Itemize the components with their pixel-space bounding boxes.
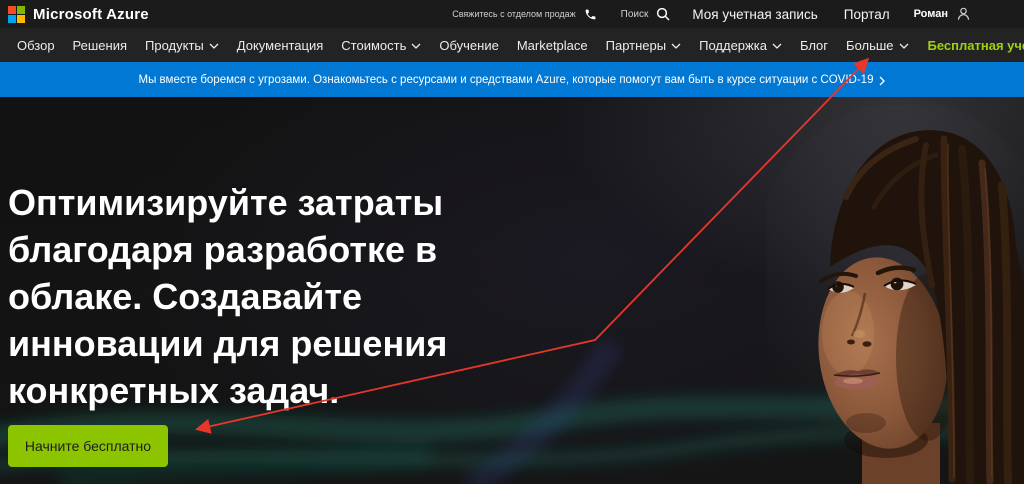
nav-label: Продукты <box>145 38 204 53</box>
nav-item-more[interactable]: Больше <box>846 38 909 53</box>
microsoft-logo-icon <box>8 6 25 23</box>
woman-portrait-photo <box>766 105 1024 484</box>
chevron-down-icon <box>209 43 219 49</box>
top-bar: Microsoft Azure Свяжитесь с отделом прод… <box>0 0 1024 28</box>
nav-label: Больше <box>846 38 894 53</box>
chevron-down-icon <box>899 43 909 49</box>
hero-heading: Оптимизируйте затраты благодаря разработ… <box>8 179 528 414</box>
nav-label: Поддержка <box>699 38 767 53</box>
chevron-down-icon <box>671 43 681 49</box>
portal-link[interactable]: Портал <box>844 7 890 22</box>
free-account-label: Бесплатная учетная запись <box>928 38 1024 53</box>
search-control[interactable]: Поиск <box>621 7 671 21</box>
person-icon <box>957 7 970 21</box>
nav-item-blog[interactable]: Блог <box>800 38 828 53</box>
contact-sales-link[interactable]: Свяжитесь с отделом продаж <box>452 8 596 21</box>
phone-icon <box>584 8 597 21</box>
hero-section: Оптимизируйте затраты благодаря разработ… <box>0 97 1024 484</box>
nav-item-overview[interactable]: Обзор <box>17 38 55 53</box>
nav-label: Документация <box>237 38 324 53</box>
start-free-button[interactable]: Начните бесплатно <box>8 425 168 467</box>
search-icon <box>656 7 670 21</box>
nav-label: Обзор <box>17 38 55 53</box>
free-account-link[interactable]: Бесплатная учетная запись <box>928 38 1024 53</box>
username-label: Роман <box>914 8 948 20</box>
nav-item-partners[interactable]: Партнеры <box>606 38 681 53</box>
main-nav: Обзор Решения Продукты Документация Стои… <box>0 28 1024 62</box>
nav-label: Блог <box>800 38 828 53</box>
chevron-right-icon <box>879 76 885 86</box>
nav-label: Обучение <box>439 38 498 53</box>
nav-item-documentation[interactable]: Документация <box>237 38 324 53</box>
nav-item-support[interactable]: Поддержка <box>699 38 782 53</box>
contact-sales-label: Свяжитесь с отделом продаж <box>452 9 575 19</box>
nav-item-marketplace[interactable]: Marketplace <box>517 38 588 53</box>
user-menu[interactable]: Роман <box>914 7 970 21</box>
nav-item-pricing[interactable]: Стоимость <box>341 38 421 53</box>
my-account-label: Моя учетная запись <box>692 7 817 22</box>
nav-label: Стоимость <box>341 38 406 53</box>
brand-name: Microsoft Azure <box>33 6 149 23</box>
chevron-down-icon <box>772 43 782 49</box>
nav-item-products[interactable]: Продукты <box>145 38 219 53</box>
my-account-link[interactable]: Моя учетная запись <box>692 7 817 22</box>
portal-label: Портал <box>844 7 890 22</box>
microsoft-azure-logo[interactable]: Microsoft Azure <box>0 6 149 23</box>
top-bar-utilities: Свяжитесь с отделом продаж Поиск Моя уче… <box>452 7 1024 22</box>
nav-label: Партнеры <box>606 38 666 53</box>
chevron-down-icon <box>411 43 421 49</box>
nav-item-training[interactable]: Обучение <box>439 38 498 53</box>
search-label: Поиск <box>621 9 649 20</box>
azure-homepage: Microsoft Azure Свяжитесь с отделом прод… <box>0 0 1024 484</box>
nav-label: Marketplace <box>517 38 588 53</box>
covid-banner-link[interactable]: Мы вместе боремся с угрозами. Ознакомьте… <box>0 62 1024 97</box>
nav-label: Решения <box>73 38 127 53</box>
covid-banner-text: Мы вместе боремся с угрозами. Ознакомьте… <box>139 74 874 86</box>
nav-item-solutions[interactable]: Решения <box>73 38 127 53</box>
